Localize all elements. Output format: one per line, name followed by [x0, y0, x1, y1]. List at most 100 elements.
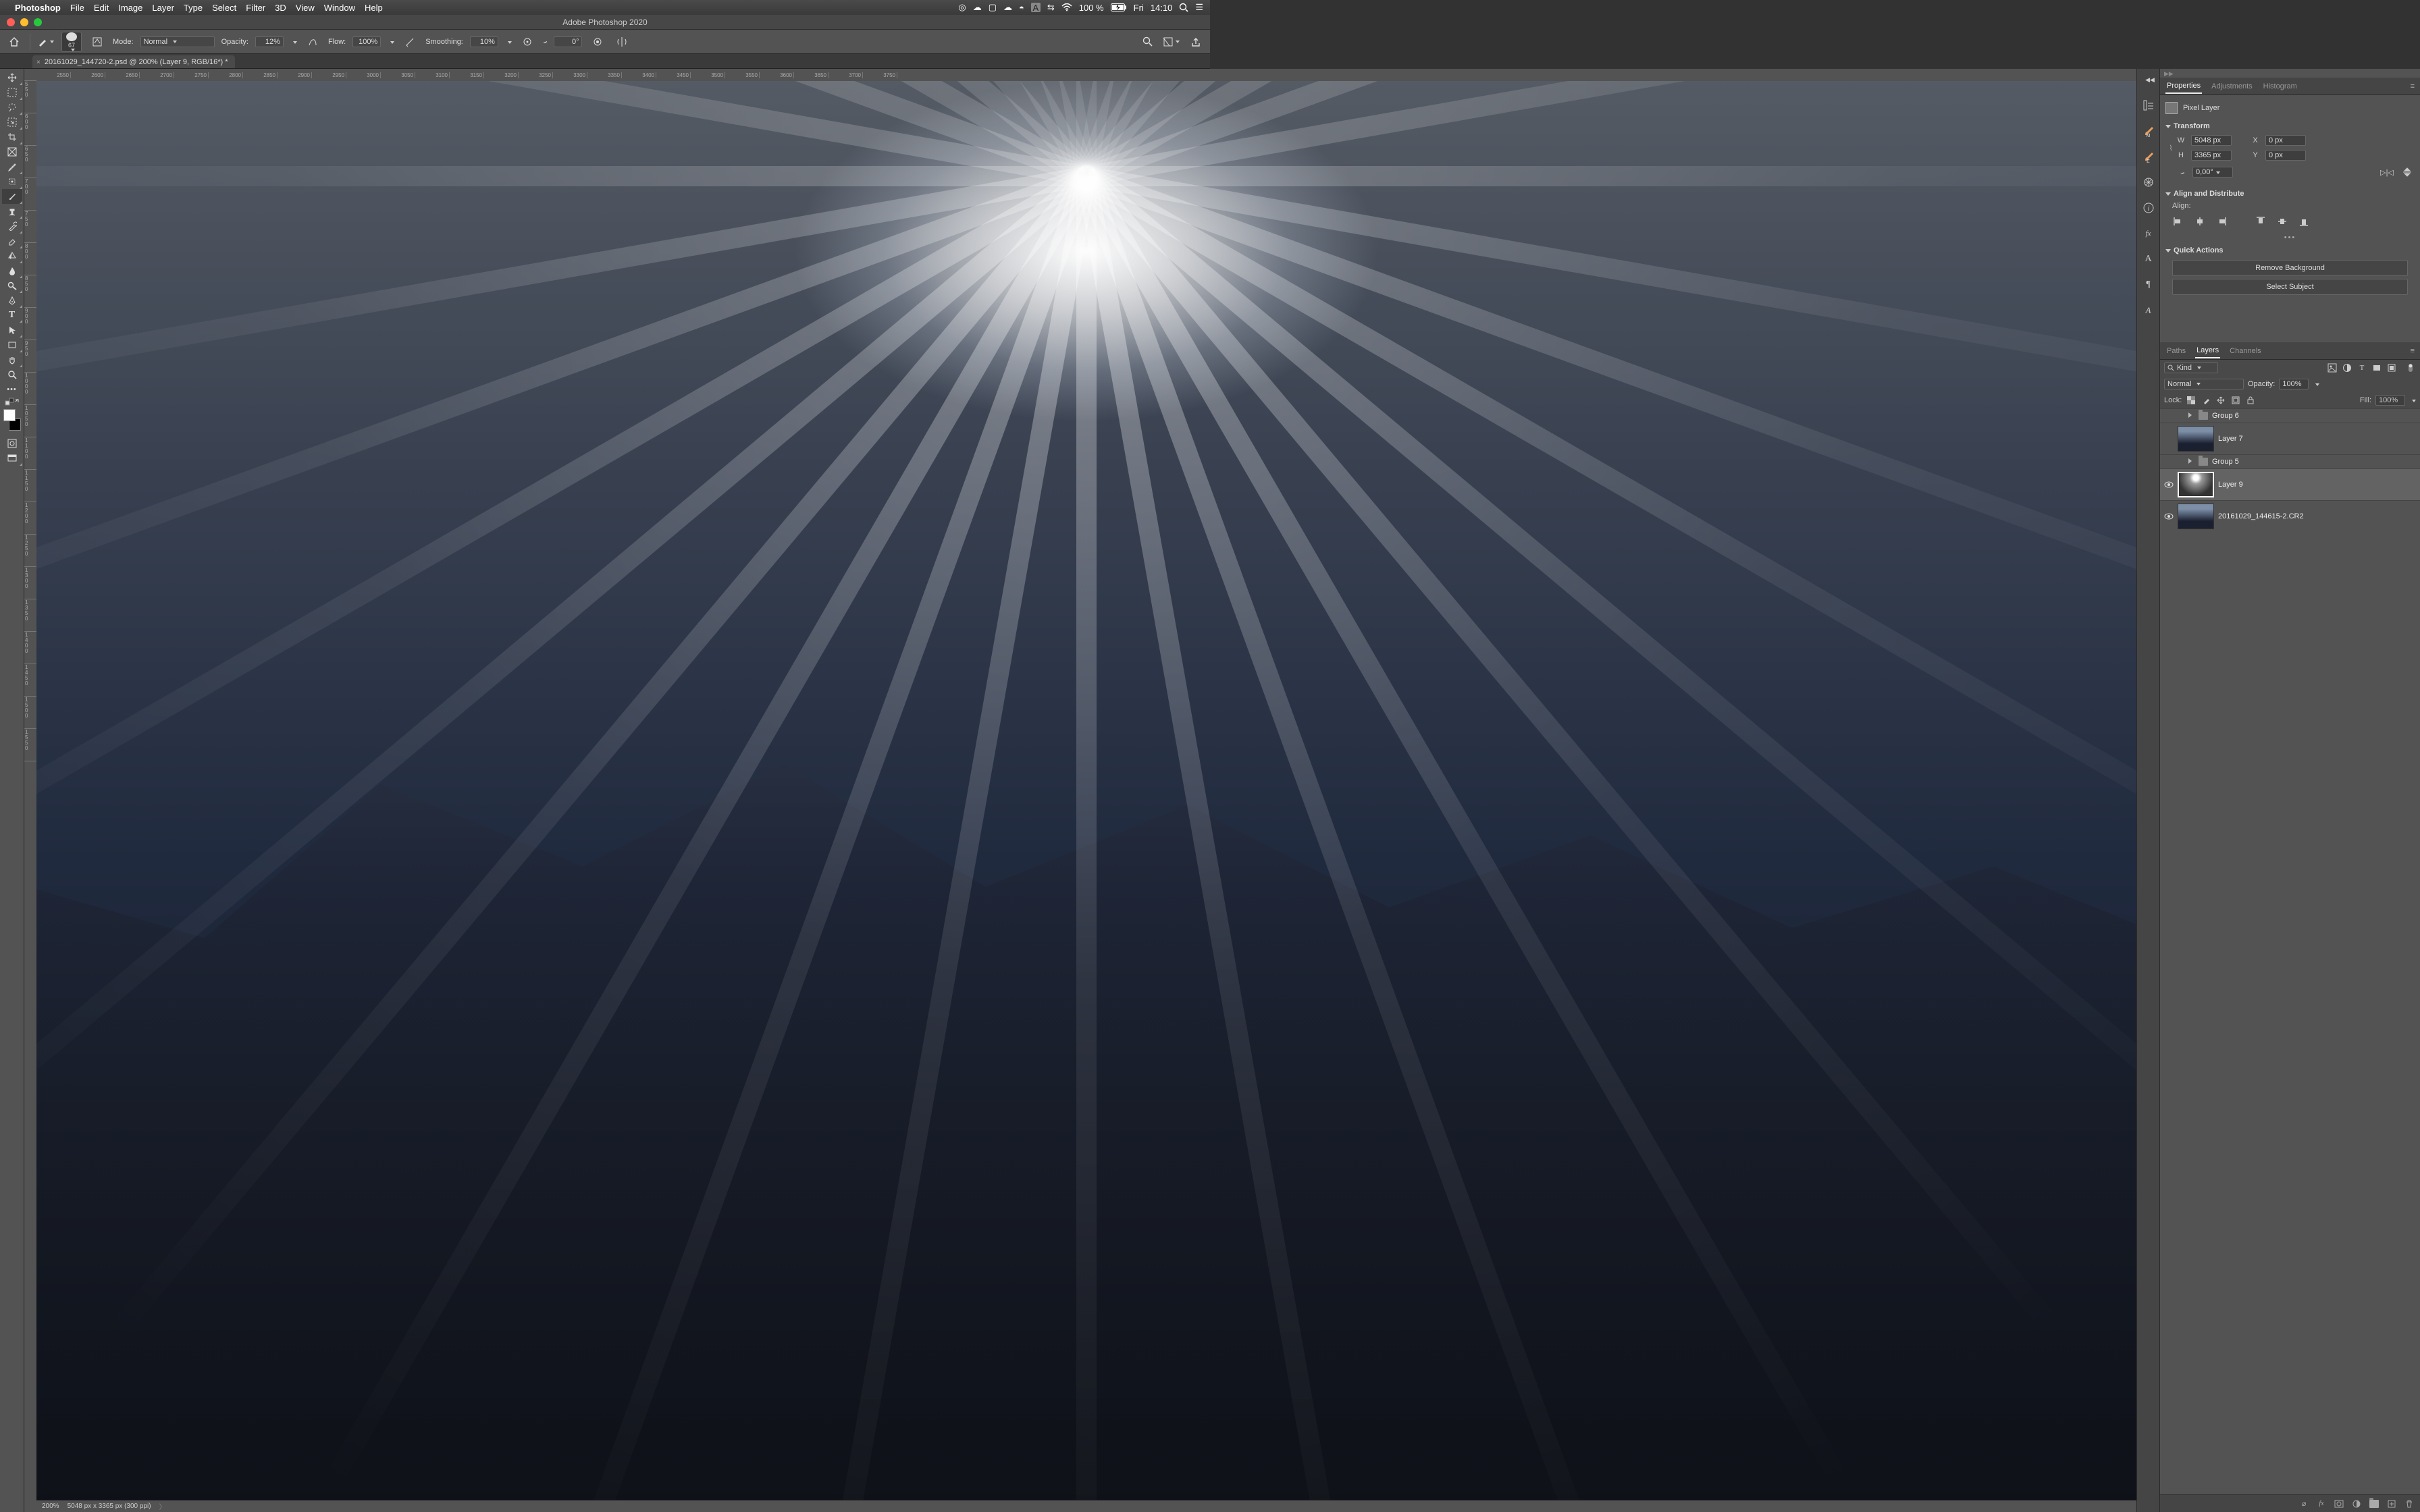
document-tab[interactable]: × 20161029_144720-2.psd @ 200% (Layer 9,… — [32, 55, 235, 68]
airbrush-button[interactable] — [401, 33, 419, 51]
visibility-toggle[interactable] — [2164, 457, 2174, 466]
tab-adjustments[interactable]: Adjustments — [2210, 80, 2254, 93]
status-a-icon[interactable]: A — [1031, 3, 1041, 12]
menu-image[interactable]: Image — [118, 3, 142, 13]
layers-panel-menu-icon[interactable]: ≡ — [2411, 347, 2415, 355]
crop-tool[interactable] — [2, 130, 22, 144]
eyedropper-tool[interactable] — [2, 159, 22, 174]
symmetry-button[interactable] — [613, 33, 631, 51]
brush-settings-button[interactable] — [88, 33, 106, 51]
filter-smart-icon[interactable] — [2386, 362, 2397, 373]
opacity-input[interactable]: 12% — [255, 36, 284, 47]
tab-layers[interactable]: Layers — [2195, 344, 2220, 358]
frame-tool[interactable] — [2, 144, 22, 159]
smoothing-slider-toggle[interactable] — [505, 38, 512, 46]
smoothing-input[interactable]: 10% — [470, 36, 498, 47]
close-tab-icon[interactable]: × — [36, 59, 41, 66]
layer-row[interactable]: Layer 9 — [2160, 468, 2420, 500]
fill-input[interactable]: 100% — [2375, 395, 2405, 406]
layer-thumbnail[interactable] — [2178, 472, 2214, 497]
lock-transparency-icon[interactable] — [2186, 395, 2197, 406]
layer-row[interactable]: 20161029_144615-2.CR2 — [2160, 500, 2420, 532]
layer-opacity-input[interactable]: 100% — [2279, 379, 2309, 389]
visibility-toggle[interactable] — [2164, 512, 2174, 521]
info-panel-icon[interactable]: i — [2140, 200, 2157, 216]
x-input[interactable]: 0 px — [2265, 135, 2306, 146]
menu-edit[interactable]: Edit — [94, 3, 109, 13]
history-brush-tool[interactable] — [2, 219, 22, 234]
menu-view[interactable]: View — [296, 3, 315, 13]
blur-tool[interactable] — [2, 263, 22, 278]
visibility-toggle[interactable] — [2164, 434, 2174, 443]
align-more-button[interactable]: ••• — [2165, 232, 2415, 244]
group-expand-icon[interactable] — [2188, 458, 2194, 466]
link-wh-icon[interactable]: ⌇ — [2165, 138, 2176, 158]
brushes-panel-icon-e[interactable]: E — [2140, 148, 2157, 165]
status-sync-icon[interactable]: ⇆ — [1047, 2, 1055, 13]
height-input[interactable]: 3365 px — [2191, 150, 2232, 161]
flip-horizontal-button[interactable]: ▷|◁ — [2379, 165, 2394, 180]
filter-adjust-icon[interactable] — [2342, 362, 2352, 373]
home-button[interactable] — [5, 33, 23, 51]
filter-pixel-icon[interactable] — [2327, 362, 2338, 373]
select-subject-button[interactable]: Select Subject — [2172, 279, 2408, 295]
lasso-tool[interactable] — [2, 100, 22, 115]
brush-tool[interactable] — [2, 189, 22, 204]
transform-section[interactable]: Transform — [2165, 119, 2415, 133]
layer-opacity-toggle[interactable] — [2313, 380, 2319, 388]
delete-layer-button[interactable] — [2404, 1498, 2415, 1509]
window-minimize-button[interactable] — [20, 18, 28, 26]
tab-paths[interactable]: Paths — [2165, 344, 2187, 358]
pen-tool[interactable] — [2, 293, 22, 308]
zoom-level[interactable]: 200% — [42, 1503, 59, 1510]
brush-preset-picker[interactable]: 67 — [61, 32, 82, 52]
clock-day[interactable]: Fri — [1134, 3, 1144, 13]
menu-type[interactable]: Type — [184, 3, 203, 13]
layer-row[interactable]: Layer 7 — [2160, 423, 2420, 454]
align-top-button[interactable] — [2253, 214, 2268, 229]
layer-filter-kind[interactable]: Kind — [2164, 362, 2218, 373]
share-button[interactable] — [1187, 33, 1205, 51]
layer-group[interactable]: Group 5 — [2160, 454, 2420, 468]
search-button[interactable] — [1138, 33, 1156, 51]
quick-actions-section[interactable]: Quick Actions — [2165, 244, 2415, 257]
opacity-slider-toggle[interactable] — [290, 38, 297, 46]
layer-mask-button[interactable] — [2334, 1498, 2344, 1509]
menu-file[interactable]: File — [70, 3, 84, 13]
layer-thumbnail[interactable] — [2178, 426, 2214, 452]
color-swatches[interactable] — [2, 409, 22, 431]
screen-mode-button[interactable] — [2, 451, 22, 466]
paragraph-panel-icon[interactable]: ¶ — [2140, 277, 2157, 293]
flow-input[interactable]: 100% — [352, 36, 381, 47]
new-layer-button[interactable] — [2386, 1498, 2397, 1509]
rotation-input[interactable]: 0,00° — [2192, 167, 2233, 178]
menu-help[interactable]: Help — [365, 3, 383, 13]
menu-filter[interactable]: Filter — [246, 3, 265, 13]
edit-toolbar-button[interactable]: ••• — [2, 382, 22, 397]
doc-dimensions[interactable]: 5048 px x 3365 px (300 ppi) — [68, 1503, 151, 1510]
status-more-icon[interactable]: 〉 — [159, 1501, 166, 1511]
tab-properties[interactable]: Properties — [2165, 79, 2202, 94]
status-cc-icon[interactable]: ◎ — [958, 2, 966, 13]
styles-panel-icon[interactable]: fx — [2140, 225, 2157, 242]
hand-tool[interactable] — [2, 352, 22, 367]
link-layers-button[interactable]: ⌀ — [2298, 1498, 2309, 1509]
app-name[interactable]: Photoshop — [15, 3, 61, 13]
blend-mode-select[interactable]: Normal — [140, 36, 215, 47]
align-bottom-button[interactable] — [2296, 214, 2311, 229]
object-selection-tool[interactable] — [2, 115, 22, 130]
type-tool[interactable]: T — [2, 308, 22, 323]
lock-all-icon[interactable] — [2245, 395, 2256, 406]
layer-thumbnail[interactable] — [2178, 504, 2214, 529]
clock-time[interactable]: 14:10 — [1151, 3, 1173, 13]
panel-menu-icon[interactable]: ≡ — [2411, 82, 2415, 90]
flip-vertical-button[interactable] — [2400, 165, 2415, 180]
canvas[interactable] — [36, 81, 2136, 1500]
swap-colors-icon[interactable] — [2, 397, 22, 406]
status-cloud-icon[interactable]: ☁ — [973, 2, 982, 13]
tool-preset-picker[interactable] — [37, 33, 55, 51]
filter-toggle-icon[interactable] — [2405, 362, 2416, 373]
angle-input[interactable]: 0° — [554, 36, 582, 47]
menu-layer[interactable]: Layer — [152, 3, 174, 13]
pressure-size-button[interactable] — [589, 33, 606, 51]
